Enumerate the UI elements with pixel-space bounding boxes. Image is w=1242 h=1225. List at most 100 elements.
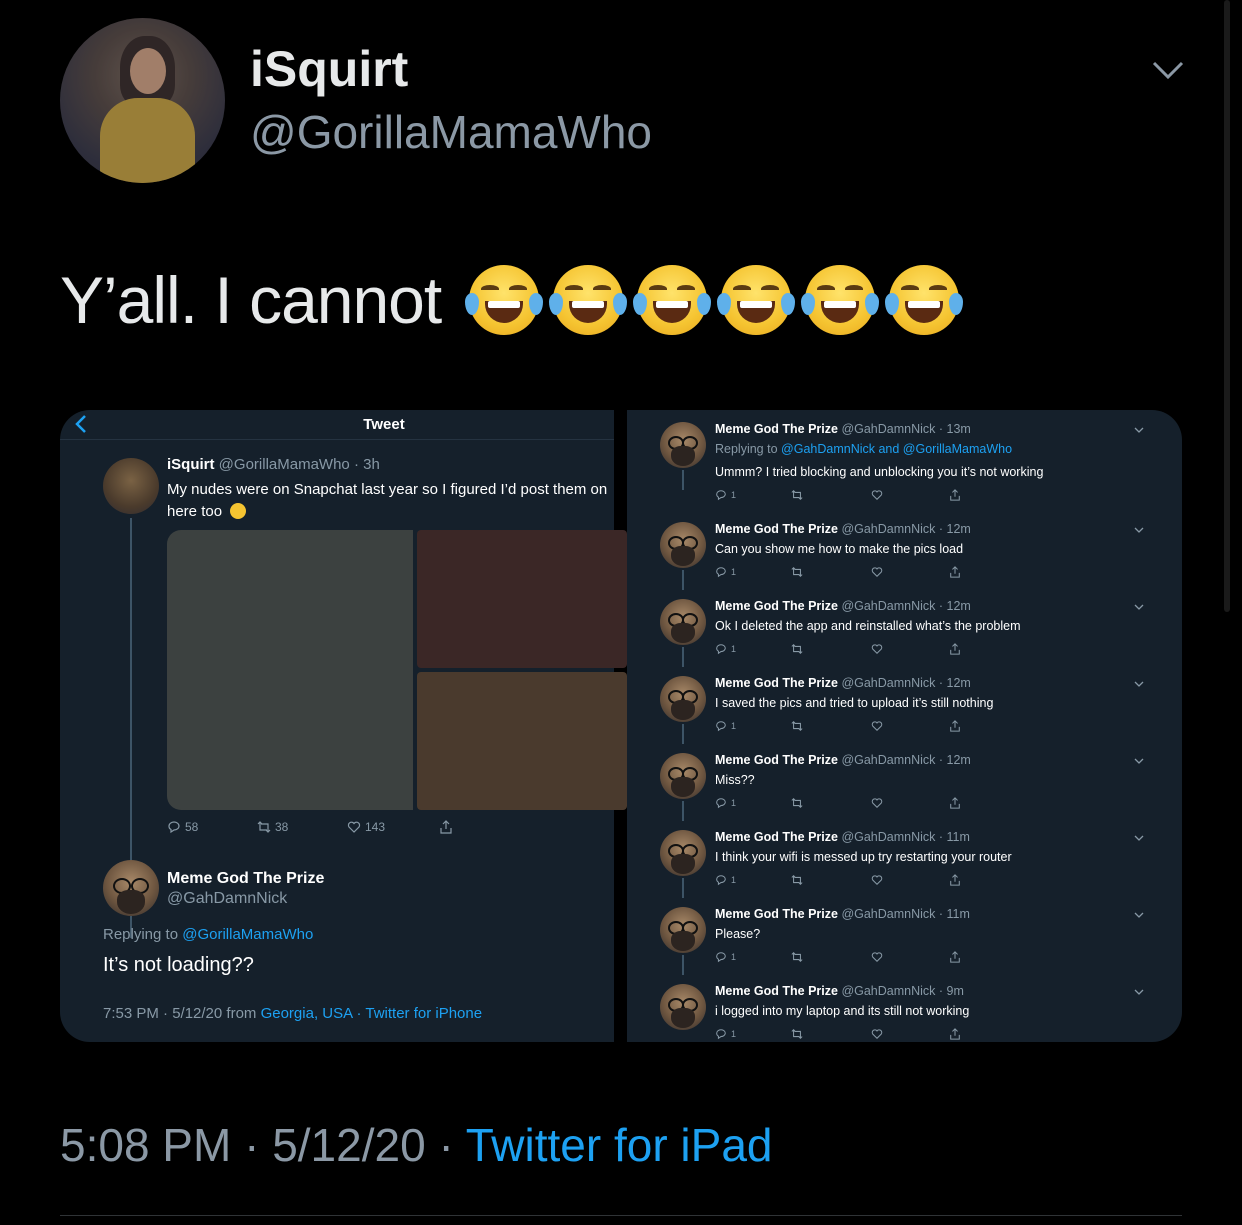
tweet-media[interactable]: Tweet iSquirt @GorillaMamaWho · 3h My nu… — [60, 410, 1182, 1042]
tweet-actions: 1 — [715, 643, 975, 657]
thread-tweet[interactable]: Meme God The Prize @GahDamnNick · 13m Rep… — [627, 410, 1182, 501]
share-action — [949, 566, 961, 578]
screenshot-title: Tweet — [363, 416, 405, 433]
thread-tweet[interactable]: Meme God The Prize @GahDamnNick · 12m Can… — [627, 510, 1182, 590]
beard-shape — [671, 1008, 695, 1028]
glasses-shape — [113, 878, 149, 894]
author-handle[interactable]: @GorillaMamaWho — [250, 105, 652, 159]
tweet-author-name: Meme God The Prize — [715, 522, 838, 536]
tweet-header: Meme God The Prize @GahDamnNick · 9m — [715, 984, 964, 998]
retweet-action — [791, 874, 803, 886]
share-icon — [950, 720, 960, 732]
divider — [60, 1215, 1182, 1216]
tweet-timestamp: 5:08 PM · 5/12/20 · — [60, 1119, 466, 1171]
like-count: 143 — [365, 820, 386, 834]
retweet-icon — [791, 797, 803, 809]
heart-icon — [871, 721, 883, 732]
retweet-count: 38 — [275, 820, 289, 834]
retweet-action — [791, 1028, 803, 1040]
author-avatar[interactable] — [60, 18, 225, 183]
share-icon — [950, 797, 960, 809]
reply-count: 1 — [731, 952, 737, 962]
heart-icon — [871, 798, 883, 809]
tweet-author-meta: @GahDamnNick · 12m — [841, 676, 971, 690]
heart-icon — [871, 952, 883, 963]
chevron-down-icon[interactable] — [1150, 52, 1186, 88]
replying-prefix: Replying to — [103, 926, 179, 943]
reply-avatar — [103, 860, 159, 916]
scrollbar[interactable] — [1224, 0, 1230, 612]
reply-count: 1 — [731, 490, 737, 500]
tears-of-joy-emoji-icon — [549, 265, 628, 335]
image-tile — [167, 530, 413, 810]
reply-icon — [716, 721, 726, 732]
retweet-icon — [791, 951, 803, 963]
tweet-text: Ummm? I tried blocking and unblocking yo… — [715, 465, 1044, 479]
tweet-actions: 1 — [715, 797, 975, 811]
reply-action: 1 — [715, 566, 736, 578]
author-display-name[interactable]: iSquirt — [250, 40, 408, 98]
heart-icon — [347, 821, 361, 833]
retweet-icon — [791, 720, 803, 732]
reply-icon — [716, 567, 726, 578]
reply-client: Twitter for iPhone — [365, 1005, 483, 1022]
reply-count: 58 — [185, 820, 199, 834]
retweet-icon — [791, 874, 803, 886]
retweet-action — [791, 720, 803, 732]
retweet-icon — [791, 566, 803, 578]
retweet-action — [791, 951, 803, 963]
retweet-icon — [791, 489, 803, 501]
glasses-shape — [668, 998, 698, 1012]
tweet-source-link[interactable]: Twitter for iPad — [466, 1119, 773, 1171]
thread-tweet[interactable]: Meme God The Prize @GahDamnNick · 9m i lo… — [627, 972, 1182, 1042]
thread-tweet[interactable]: Meme God The Prize @GahDamnNick · 11m Ple… — [627, 895, 1182, 975]
share-action — [949, 489, 961, 501]
tweet-avatar — [660, 984, 706, 1030]
screenshot-right[interactable]: Meme God The Prize @GahDamnNick · 13m Rep… — [627, 410, 1182, 1042]
thread-tweet[interactable]: Meme God The Prize @GahDamnNick · 11m I t… — [627, 818, 1182, 898]
tweet-author-meta: @GahDamnNick · 11m — [841, 907, 970, 921]
replying-to-link: @GorillaMamaWho — [182, 926, 314, 943]
thread-tweet[interactable]: Meme God The Prize @GahDamnNick · 12m Mis… — [627, 741, 1182, 821]
chevron-down-icon — [1134, 758, 1144, 764]
tweet-avatar — [660, 676, 706, 722]
tears-of-joy-emoji-icon — [633, 265, 712, 335]
reply-icon — [716, 952, 726, 963]
beard-shape — [671, 777, 695, 797]
tweet-author-name: Meme God The Prize — [715, 676, 838, 690]
retweet-action — [791, 797, 803, 809]
chevron-down-icon — [1134, 427, 1144, 433]
reply-count: 1 — [731, 567, 737, 577]
share-icon — [950, 566, 960, 578]
tweet-text: Can you show me how to make the pics loa… — [715, 542, 964, 556]
tweet-actions: 1 — [715, 874, 975, 888]
beard-shape — [671, 546, 695, 566]
heart-icon — [871, 1029, 883, 1040]
tweet-avatar — [660, 522, 706, 568]
thread-tweet[interactable]: Meme God The Prize @GahDamnNick · 12m Ok … — [627, 587, 1182, 667]
share-icon — [950, 1028, 960, 1040]
thread-tweet[interactable]: Meme God The Prize @GahDamnNick · 12m I s… — [627, 664, 1182, 744]
like-action — [871, 874, 883, 886]
chevron-down-icon — [1134, 835, 1144, 841]
reply-action: 1 — [715, 797, 736, 809]
share-icon — [950, 951, 960, 963]
like-action — [871, 643, 883, 655]
tweet-text: i logged into my laptop and its still no… — [715, 1004, 970, 1018]
glasses-shape — [668, 844, 698, 858]
retweet-action — [791, 643, 803, 655]
original-handle: @GorillaMamaWho — [218, 456, 350, 473]
share-icon — [440, 820, 452, 834]
chevron-down-icon — [1134, 681, 1144, 687]
share-action — [949, 874, 961, 886]
glasses-shape — [668, 767, 698, 781]
beard-shape — [671, 623, 695, 643]
kiss-emoji-icon — [230, 503, 247, 519]
reply-icon — [716, 798, 726, 809]
like-action — [871, 489, 883, 501]
heart-icon — [871, 567, 883, 578]
reply-action: 1 — [715, 874, 736, 886]
screenshot-left[interactable]: Tweet iSquirt @GorillaMamaWho · 3h My nu… — [60, 410, 627, 1042]
reply-handle: @GahDamnNick — [167, 890, 288, 907]
glasses-shape — [668, 921, 698, 935]
